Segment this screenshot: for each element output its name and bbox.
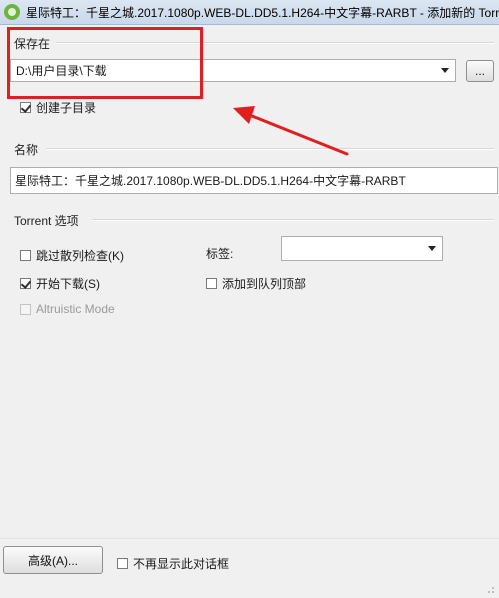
altruistic-label: Altruistic Mode: [36, 302, 115, 316]
altruistic-option: Altruistic Mode: [20, 302, 115, 316]
window-title: 星际特工：千星之城.2017.1080p.WEB-DL.DD5.1.H264-中…: [26, 5, 499, 20]
altruistic-checkbox: [20, 303, 31, 315]
add-to-top-checkbox[interactable]: [206, 278, 217, 289]
start-download-label: 开始下载(S): [36, 277, 100, 291]
create-subdir-label: 创建子目录: [36, 101, 97, 115]
skip-hash-option[interactable]: 跳过散列检查(K): [20, 247, 124, 264]
chevron-down-icon[interactable]: [441, 68, 449, 73]
dont-show-option[interactable]: 不再显示此对话框: [117, 555, 229, 572]
chevron-down-icon[interactable]: [428, 246, 436, 251]
resize-grip-icon[interactable]: [485, 584, 495, 594]
dont-show-label: 不再显示此对话框: [133, 557, 230, 571]
tag-combo[interactable]: [281, 236, 443, 261]
footer-divider: [0, 538, 499, 539]
skip-hash-label: 跳过散列检查(K): [36, 249, 124, 263]
browse-button[interactable]: ...: [466, 60, 494, 82]
advanced-button[interactable]: 高级(A)...: [3, 546, 103, 574]
add-to-top-label: 添加到队列顶部: [222, 277, 307, 291]
tag-label: 标签:: [206, 247, 234, 261]
window-titlebar: 星际特工：千星之城.2017.1080p.WEB-DL.DD5.1.H264-中…: [0, 0, 499, 25]
app-logo-icon: [4, 4, 20, 20]
create-subdir-option[interactable]: 创建子目录: [20, 99, 96, 116]
highlight-box: [7, 27, 203, 99]
torrent-name-field[interactable]: 星际特工：千星之城.2017.1080p.WEB-DL.DD5.1.H264-中…: [10, 167, 498, 194]
pointer-arrow-icon: [233, 106, 349, 156]
skip-hash-checkbox[interactable]: [20, 250, 31, 261]
torrent-name-value: 星际特工：千星之城.2017.1080p.WEB-DL.DD5.1.H264-中…: [15, 174, 406, 188]
create-subdir-checkbox[interactable]: [20, 102, 31, 113]
torrent-options-group-label: Torrent 选项: [14, 214, 79, 228]
torrent-options-divider: [92, 219, 494, 221]
start-download-option[interactable]: 开始下载(S): [20, 275, 100, 292]
start-download-checkbox[interactable]: [20, 278, 31, 289]
dont-show-checkbox[interactable]: [117, 558, 128, 569]
add-to-top-option[interactable]: 添加到队列顶部: [206, 275, 306, 292]
name-group-label: 名称: [14, 143, 39, 157]
